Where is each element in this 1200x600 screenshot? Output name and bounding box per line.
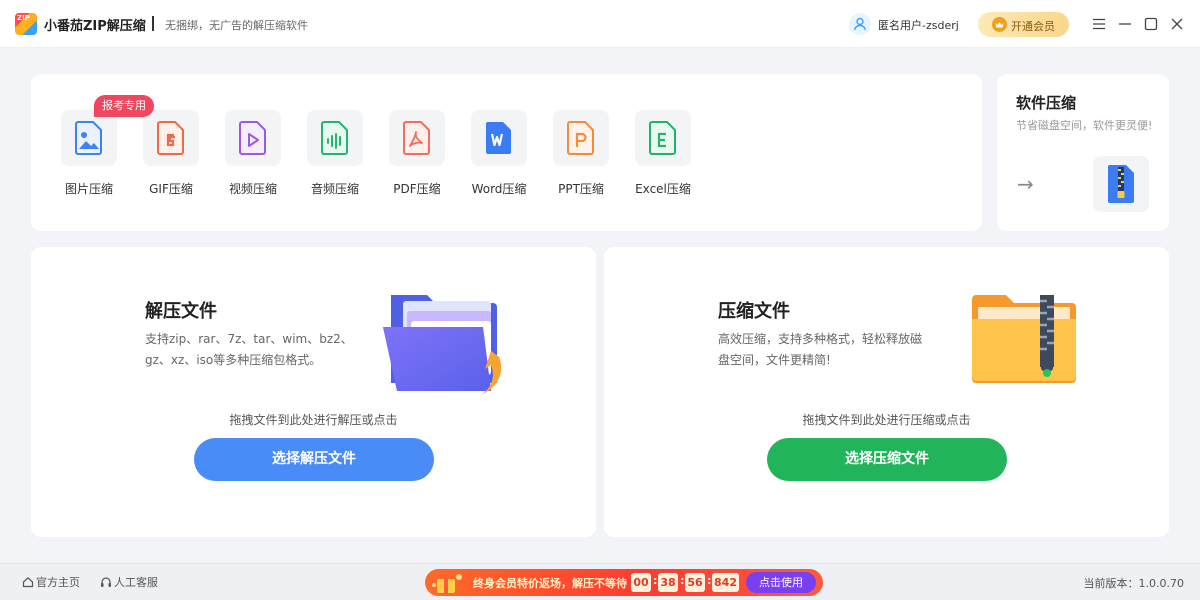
tool-label: PPT压缩 xyxy=(558,182,604,196)
open-folder-icon xyxy=(383,295,505,395)
title-bar: ZIP 小番茄ZIP解压缩 无捆绑，无广告的解压缩软件 匿名用户-zsderj … xyxy=(0,0,1200,48)
tools-card: 报考专用 图片压缩 GIF压缩 视频压缩 音频压缩 PDF压缩 Word压缩 P… xyxy=(31,74,982,231)
select-extract-file-button[interactable]: 选择解压文件 xyxy=(194,438,434,481)
tool-icon-box xyxy=(61,110,117,166)
promo-banner[interactable]: 终身会员特价返场，解压不等待 00 : 38 : 56 : 842 点击使用 xyxy=(425,569,823,596)
compress-title: 压缩文件 xyxy=(718,301,790,322)
zip-archive-icon xyxy=(1108,165,1134,203)
official-home-link[interactable]: 官方主页 xyxy=(22,574,80,590)
user-name[interactable]: 匿名用户-zsderj xyxy=(878,17,959,33)
promo-use-button[interactable]: 点击使用 xyxy=(746,572,816,593)
tool-image-compress[interactable]: 图片压缩 xyxy=(49,110,129,205)
customer-service-link[interactable]: 人工客服 xyxy=(100,574,158,590)
customer-service-label: 人工客服 xyxy=(114,576,158,589)
tool-icon-box xyxy=(635,110,691,166)
timer-seconds: 56 xyxy=(685,573,705,592)
compress-desc: 高效压缩，支持多种格式，轻松释放磁盘空间，文件更精简! xyxy=(718,332,923,367)
arrow-right-icon: → xyxy=(1017,172,1034,196)
tool-label: PDF压缩 xyxy=(393,182,441,196)
tool-label: Word压缩 xyxy=(471,182,527,196)
tool-icon-box xyxy=(307,110,363,166)
timer-separator: : xyxy=(653,574,658,587)
tool-label: GIF压缩 xyxy=(149,182,193,196)
app-title: 小番茄ZIP解压缩 xyxy=(44,19,146,34)
extract-drop-hint: 拖拽文件到此处进行解压或点击 xyxy=(229,413,398,427)
timer-separator: : xyxy=(680,574,685,587)
tool-pdf-compress[interactable]: PDF压缩 xyxy=(377,110,457,205)
tool-icon-box xyxy=(143,110,199,166)
footer-bar: 官方主页 人工客服 终身会员特价返场，解压不等待 00 : 38 : 56 : … xyxy=(0,563,1200,600)
tool-video-compress[interactable]: 视频压缩 xyxy=(213,110,293,205)
timer-milliseconds: 842 xyxy=(712,573,739,592)
version-label: 当前版本：1.0.0.70 xyxy=(1083,577,1184,590)
software-compress-desc: 节省磁盘空间，软件更灵便! xyxy=(1016,119,1153,132)
extract-card[interactable]: 解压文件 支持zip、rar、7z、tar、wim、bz2、gz、xz、iso等… xyxy=(31,247,596,537)
official-home-label: 官方主页 xyxy=(36,576,80,589)
app-logo-text: ZIP xyxy=(17,14,30,22)
tool-gif-compress[interactable]: GIF压缩 xyxy=(131,110,211,205)
menu-icon[interactable] xyxy=(1089,14,1109,34)
pdf-icon xyxy=(403,121,430,155)
timer-minutes: 38 xyxy=(658,573,678,592)
excel-icon xyxy=(649,121,676,155)
app-logo-icon: ZIP xyxy=(15,13,37,35)
ppt-icon xyxy=(567,121,594,155)
promo-text: 终身会员特价返场，解压不等待 xyxy=(473,577,627,590)
tool-label: 音频压缩 xyxy=(310,182,359,196)
tool-audio-compress[interactable]: 音频压缩 xyxy=(295,110,375,205)
tool-word-compress[interactable]: Word压缩 xyxy=(459,110,539,205)
close-icon[interactable] xyxy=(1167,14,1187,34)
word-icon xyxy=(486,122,511,154)
tool-icon-box xyxy=(553,110,609,166)
maximize-icon[interactable] xyxy=(1141,14,1161,34)
compress-drop-hint: 拖拽文件到此处进行压缩或点击 xyxy=(802,413,971,427)
gift-icon xyxy=(431,571,469,594)
gif-icon xyxy=(157,121,184,155)
vip-crown-icon xyxy=(992,17,1007,32)
video-icon xyxy=(239,121,266,155)
software-compress-card[interactable]: 软件压缩 节省磁盘空间，软件更灵便! → xyxy=(997,74,1169,231)
user-avatar-icon[interactable] xyxy=(849,13,871,35)
title-divider xyxy=(152,16,154,31)
software-icon-box xyxy=(1093,156,1149,212)
vip-button[interactable]: 开通会员 xyxy=(978,12,1069,37)
tool-label: Excel压缩 xyxy=(635,182,691,196)
home-icon xyxy=(22,576,34,588)
tool-icon-box xyxy=(225,110,281,166)
vip-label: 开通会员 xyxy=(1011,20,1055,33)
zip-folder-icon xyxy=(972,295,1076,383)
headset-icon xyxy=(101,577,111,587)
exam-badge: 报考专用 xyxy=(94,95,154,117)
tool-label: 视频压缩 xyxy=(228,182,277,196)
software-compress-title: 软件压缩 xyxy=(1016,94,1077,112)
select-compress-file-button[interactable]: 选择压缩文件 xyxy=(767,438,1007,481)
minimize-icon[interactable] xyxy=(1115,14,1135,34)
timer-separator: : xyxy=(707,574,712,587)
tool-icon-box xyxy=(389,110,445,166)
extract-title: 解压文件 xyxy=(145,301,217,322)
tool-excel-compress[interactable]: Excel压缩 xyxy=(623,110,703,205)
timer-hours: 00 xyxy=(631,573,651,592)
image-icon xyxy=(75,121,102,155)
audio-icon xyxy=(321,121,348,155)
extract-desc: 支持zip、rar、7z、tar、wim、bz2、gz、xz、iso等多种压缩包… xyxy=(145,332,353,367)
tool-ppt-compress[interactable]: PPT压缩 xyxy=(541,110,621,205)
tool-label: 图片压缩 xyxy=(64,182,113,196)
tool-icon-box xyxy=(471,110,527,166)
app-slogan: 无捆绑，无广告的解压缩软件 xyxy=(165,19,308,32)
compress-card[interactable]: 压缩文件 高效压缩，支持多种格式，轻松释放磁盘空间，文件更精简! 拖拽文件到此处… xyxy=(604,247,1169,537)
